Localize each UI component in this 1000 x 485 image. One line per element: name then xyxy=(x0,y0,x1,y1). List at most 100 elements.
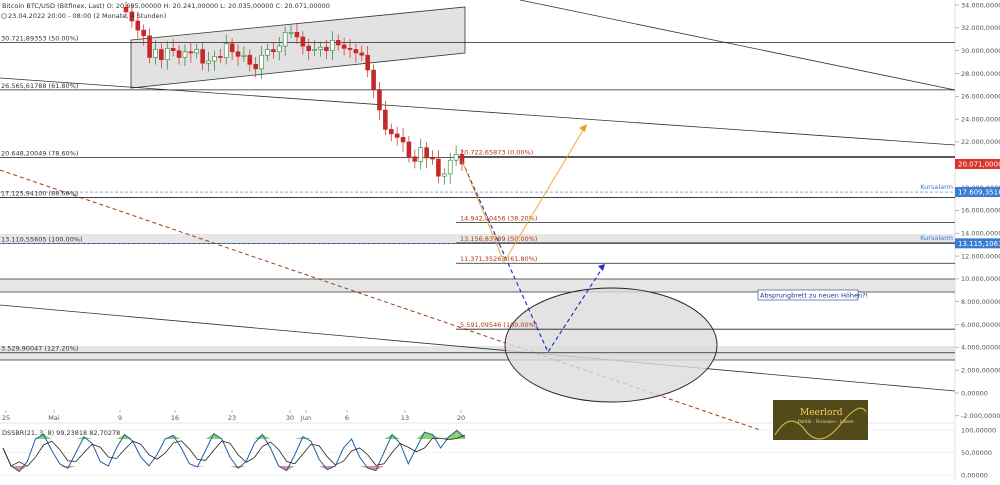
candle-body xyxy=(176,50,182,58)
y-tick-label: 24.000,00000 xyxy=(961,115,1000,123)
y-tick-label: 22.000,00000 xyxy=(961,138,1000,146)
candle-body xyxy=(282,32,288,47)
fib-level-label: 3.529,90047 (127.20%) xyxy=(1,345,78,353)
candle-body xyxy=(259,54,264,70)
fib-level-label: 20.648,20049 (78.60%) xyxy=(1,149,78,157)
x-tick-label: 9 xyxy=(118,414,122,422)
y-tick-label: -2.000,00000 xyxy=(961,412,1000,420)
candle-body xyxy=(194,49,200,54)
price-tag-label: 17.609,35185 xyxy=(958,189,1000,197)
candle-body xyxy=(418,147,424,162)
fib-level-label: 13.110,55605 (100.00%) xyxy=(1,235,83,243)
indicator-label: DSSBR(21, 3, 8) 99,23818 82,70278 xyxy=(2,429,120,437)
candle-body xyxy=(400,137,406,143)
candle-body xyxy=(306,45,312,51)
candle-body xyxy=(300,36,306,47)
candle-body xyxy=(353,49,359,54)
logo-name: Meerlord xyxy=(800,408,843,418)
candle-body xyxy=(159,49,164,61)
kursalarm-label-2[interactable]: Kursalarm xyxy=(920,234,953,242)
projection-level-label: 11.371,35263 (61.80%) xyxy=(460,255,537,263)
candle-body xyxy=(271,49,276,53)
projection-level-label: 5.591,09546 (100.00%) xyxy=(460,321,537,329)
candle-body xyxy=(453,154,459,161)
indicator-tick-label: 50,00000 xyxy=(961,449,992,457)
candle-body xyxy=(312,49,317,51)
price-tag-label: 13.115,10612 xyxy=(958,240,1000,248)
logo-subtitle: Politik · Finanzen · Leben xyxy=(798,419,854,425)
candle-body xyxy=(371,69,376,90)
y-tick-label: 16.000,00000 xyxy=(961,207,1000,215)
candle-body xyxy=(406,141,412,158)
candle-body xyxy=(341,44,347,49)
candle-body xyxy=(276,45,282,53)
candle-body xyxy=(141,29,146,37)
candle-body xyxy=(447,159,453,175)
candle-body xyxy=(383,109,388,130)
chart-header-title: Bitcoin BTC/USD (Bitfinex, Last) O: 20.6… xyxy=(2,2,330,10)
y-tick-label: 2.000,00000 xyxy=(961,366,1000,374)
candle-body xyxy=(170,48,176,51)
candle-body xyxy=(164,48,170,61)
y-tick-label: 10.000,00000 xyxy=(961,275,1000,283)
candle-body xyxy=(200,49,205,64)
x-tick-label: 16 xyxy=(171,414,179,422)
meerlord-logo: Meerlord Politik · Finanzen · Leben xyxy=(773,400,868,440)
y-tick-label: 0,00000 xyxy=(961,389,988,397)
fib-level-label: 17.125,94100 (88.60%) xyxy=(1,190,78,198)
candle-body xyxy=(388,129,394,135)
x-tick-label: 25 xyxy=(2,414,10,422)
y-tick-label: 8.000,00000 xyxy=(961,298,1000,306)
fib-level-label: 26.565,61788 (61.80%) xyxy=(1,82,78,90)
target-zone-ellipse xyxy=(504,287,718,403)
x-tick-label: 13 xyxy=(401,414,409,422)
candle-body xyxy=(318,46,323,50)
candle-body xyxy=(430,157,435,160)
x-tick-label: Jun xyxy=(300,414,311,422)
candle-body xyxy=(442,173,447,177)
projection-level-label: 14.942,40456 (38.20%) xyxy=(460,214,537,222)
price-tag-label: 20.071,00000 xyxy=(958,160,1000,168)
indicator-tick-label: 0,00000 xyxy=(961,471,988,479)
candle-body xyxy=(288,32,294,34)
candle-body xyxy=(377,89,382,111)
candle-body xyxy=(241,54,247,57)
candle-body xyxy=(218,56,223,58)
candle-body xyxy=(247,54,253,65)
candle-body xyxy=(424,147,429,159)
candle-body xyxy=(253,64,258,70)
fib-level-label: 30.721,89353 (50.00%) xyxy=(1,34,78,42)
candle-body xyxy=(330,40,335,51)
annotation-text: Absprungbrett zu neuen Höhen?! xyxy=(760,292,868,300)
candle-body xyxy=(182,51,188,58)
projection-level-label: 13.156,83789 (50.00%) xyxy=(460,235,537,243)
candle-body xyxy=(394,133,400,138)
candle-body xyxy=(147,35,152,58)
candle-body xyxy=(265,49,270,56)
x-tick-label: 23 xyxy=(228,414,236,422)
candle-body xyxy=(459,154,465,165)
indicator-tick-label: 100,00000 xyxy=(961,426,996,434)
candle-body xyxy=(188,51,194,54)
candle-body xyxy=(135,20,141,31)
chart-canvas: 30.721,89353 (50.00%) 26.565,61788 (61.80… xyxy=(0,0,1000,481)
candle-body xyxy=(206,60,211,64)
candle-body xyxy=(223,43,229,58)
y-tick-label: 6.000,00000 xyxy=(961,321,1000,329)
y-tick-label: 26.000,00000 xyxy=(961,93,1000,101)
candle-body xyxy=(365,54,370,71)
candle-body xyxy=(412,156,418,162)
candle-body xyxy=(153,49,158,58)
x-tick-label: Mai xyxy=(48,414,60,422)
projection-level-label: 20.722,65873 (0.00%) xyxy=(460,149,533,157)
y-tick-label: 4.000,00000 xyxy=(961,344,1000,352)
candle-body xyxy=(212,56,217,62)
candle-body xyxy=(235,51,241,57)
y-tick-label: 30.000,00000 xyxy=(961,47,1000,55)
chart-header-timeframe: 23.04.2022 20:00 - 08:00 (2 Monate, 4 St… xyxy=(8,12,166,20)
y-tick-label: 32.000,00000 xyxy=(961,24,1000,32)
x-tick-label: 30 xyxy=(286,414,294,422)
bitcoin-chart: 30.721,89353 (50.00%) 26.565,61788 (61.80… xyxy=(0,0,1000,481)
kursalarm-label-1[interactable]: Kursalarm xyxy=(920,183,953,191)
candle-body xyxy=(294,32,300,38)
